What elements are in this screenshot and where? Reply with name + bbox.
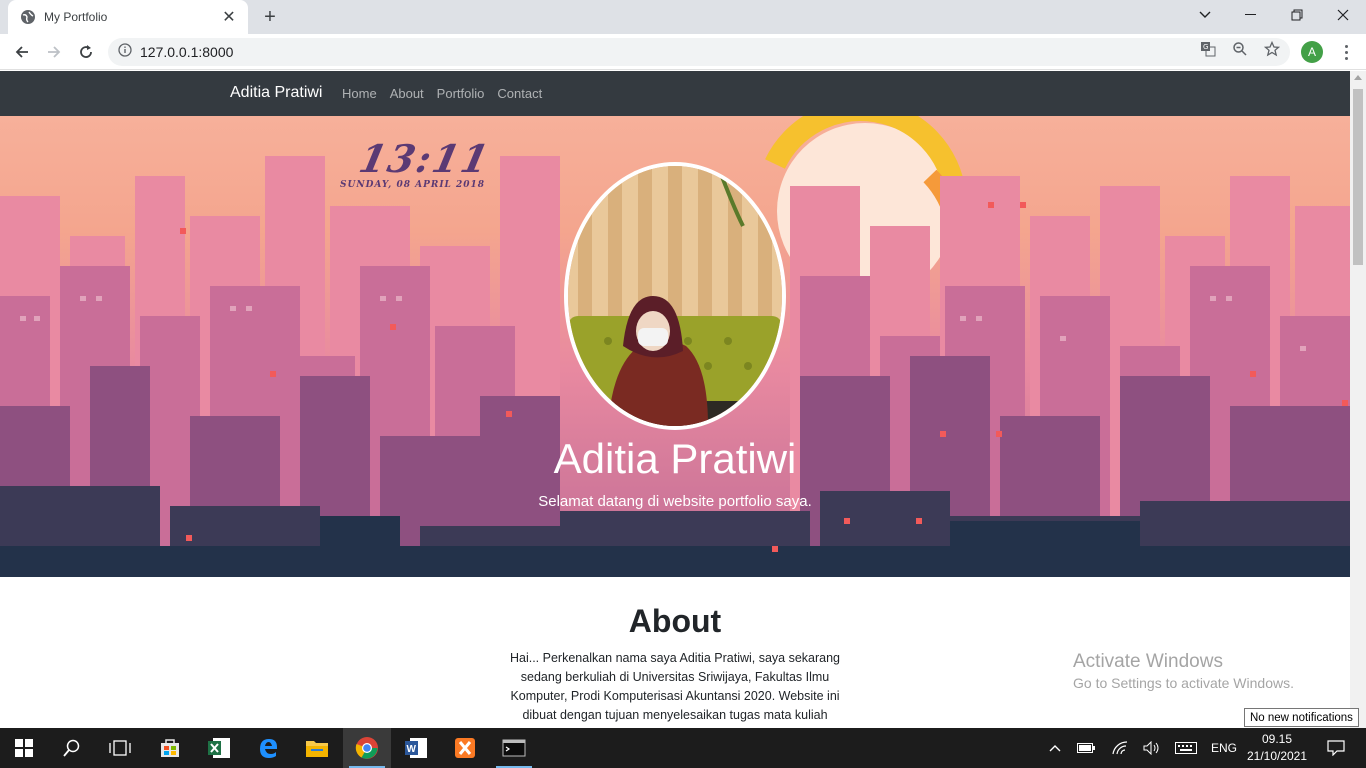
nav-links: Home About Portfolio Contact <box>342 86 542 101</box>
menu-icon[interactable] <box>1336 42 1356 62</box>
nav-about[interactable]: About <box>390 86 424 101</box>
minimize-button[interactable] <box>1228 0 1274 30</box>
page-viewport: Aditia Pratiwi Home About Portfolio Cont… <box>0 71 1350 728</box>
page-scrollbar[interactable] <box>1350 71 1366 728</box>
globe-icon <box>20 9 36 25</box>
reload-icon[interactable] <box>72 38 100 66</box>
zoom-icon[interactable] <box>1231 40 1249 58</box>
address-bar[interactable]: 127.0.0.1:8000 <box>108 38 1290 66</box>
scrollbar-thumb[interactable] <box>1353 89 1363 265</box>
store-icon[interactable] <box>146 728 194 768</box>
site-navbar: Aditia Pratiwi Home About Portfolio Cont… <box>0 71 1350 116</box>
tab-title: My Portfolio <box>44 10 108 24</box>
profile-photo <box>564 162 786 430</box>
search-icon[interactable] <box>48 728 96 768</box>
tab-search-icon[interactable] <box>1182 0 1228 30</box>
about-paragraph: Hai... Perkenalkan nama saya Aditia Prat… <box>509 651 841 722</box>
hero-subtitle: Selamat datang di website portfolio saya… <box>538 493 812 510</box>
file-explorer-icon[interactable] <box>293 728 341 768</box>
nav-portfolio[interactable]: Portfolio <box>437 86 485 101</box>
chrome-icon[interactable] <box>343 728 391 768</box>
url-text: 127.0.0.1:8000 <box>140 44 234 60</box>
windows-logo-icon <box>15 739 33 757</box>
tab-strip: My Portfolio ✕ + <box>0 0 1366 34</box>
close-window-button[interactable] <box>1320 0 1366 30</box>
browser-tab[interactable]: My Portfolio ✕ <box>8 0 248 34</box>
system-date: 21/10/2021 <box>1246 749 1308 763</box>
svg-text:W: W <box>407 744 417 755</box>
hero-name: Aditia Pratiwi <box>553 435 797 482</box>
nav-contact[interactable]: Contact <box>497 86 542 101</box>
profile-avatar[interactable]: A <box>1301 41 1323 63</box>
about-heading: About <box>628 603 722 639</box>
keyboard-icon[interactable] <box>1172 728 1200 768</box>
restore-button[interactable] <box>1274 0 1320 30</box>
clock-date: SUNDAY, 08 APRIL 2018 <box>340 180 486 190</box>
terminal-icon[interactable] <box>490 728 538 768</box>
navbar-brand[interactable]: Aditia Pratiwi <box>230 84 322 102</box>
back-icon[interactable] <box>8 38 36 66</box>
activate-subtitle: Go to Settings to activate Windows. <box>1073 675 1294 691</box>
battery-icon[interactable] <box>1074 728 1098 768</box>
task-view-icon[interactable] <box>96 728 144 768</box>
xampp-icon[interactable] <box>441 728 489 768</box>
hero-jumbotron: 13:11 SUNDAY, 08 APRIL 2018 Aditia Prati… <box>0 116 1350 577</box>
language-indicator[interactable]: ENG <box>1206 728 1242 768</box>
translate-icon[interactable]: G <box>1199 40 1217 58</box>
info-icon[interactable] <box>118 42 132 62</box>
clock-time: 13:11 <box>355 136 495 181</box>
volume-icon[interactable] <box>1140 728 1164 768</box>
notification-tooltip: No new notifications <box>1244 708 1359 727</box>
nav-home[interactable]: Home <box>342 86 377 101</box>
svg-text:G: G <box>1203 43 1208 51</box>
word-icon[interactable]: W <box>392 728 440 768</box>
activate-title: Activate Windows <box>1073 651 1223 672</box>
new-tab-button[interactable]: + <box>258 5 282 29</box>
scroll-up-arrow[interactable] <box>1354 75 1362 80</box>
system-clock[interactable]: 09.15 21/10/2021 <box>1246 731 1308 765</box>
edge-icon[interactable] <box>244 728 292 768</box>
browser-toolbar: 127.0.0.1:8000 G A <box>0 34 1366 70</box>
action-center-icon[interactable] <box>1318 728 1354 768</box>
close-tab-icon[interactable]: ✕ <box>220 7 238 27</box>
forward-icon[interactable] <box>40 38 68 66</box>
start-button[interactable] <box>0 728 48 768</box>
show-hidden-icons-icon[interactable] <box>1044 728 1066 768</box>
wifi-icon[interactable] <box>1108 728 1132 768</box>
windows-taskbar: W ENG 09.15 21/10/2021 <box>0 728 1366 768</box>
activate-windows-watermark: Activate Windows Go to Settings to activ… <box>1073 651 1294 691</box>
excel-icon[interactable] <box>195 728 243 768</box>
system-time: 09.15 <box>1261 732 1293 746</box>
bookmark-star-icon[interactable] <box>1263 40 1281 58</box>
